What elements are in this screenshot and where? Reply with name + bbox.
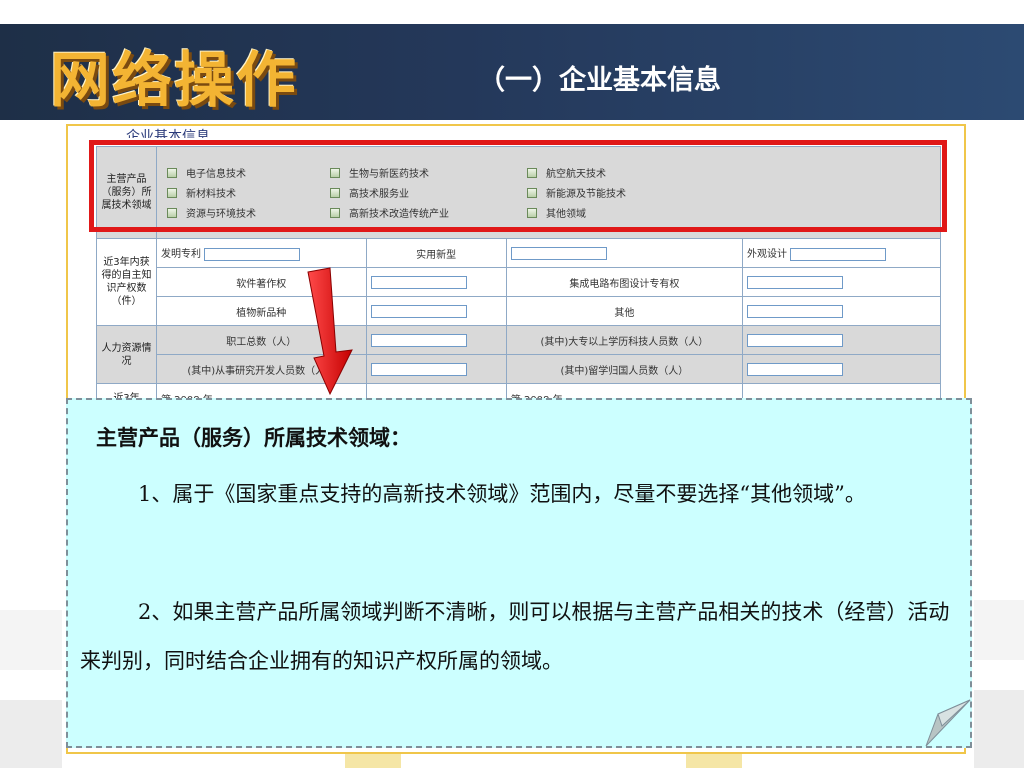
software-input-cell [365,267,507,297]
background-tile [974,600,1024,660]
invention-patent-label: 发明专利 [156,238,367,268]
highlight-box [89,140,947,232]
utility-model-label: 实用新型 [365,238,507,268]
ip-section-label: 近3年内获得的自主知识产权数（件） [96,238,157,326]
software-input[interactable] [370,275,467,289]
header-band: 网络操作 （一）企业基本信息 [0,24,1024,120]
returnee-input[interactable] [747,362,843,376]
hr-section-label: 人力资源情况 [96,325,157,384]
design-input[interactable] [790,247,887,261]
college-staff-input[interactable] [747,333,843,347]
form-caption: 企业基本信息 [126,129,210,138]
invention-input[interactable] [204,247,301,261]
background-tile [974,690,1024,768]
plant-input-cell [365,296,507,326]
page-curl-icon [925,699,971,747]
rd-input-cell [365,354,507,384]
slide-title: 网络操作 [50,46,298,116]
note-paragraph-1: 1、属于《国家重点支持的高新技术领域》范围内，尽量不要选择“其他领域”。 [138,482,866,506]
total-staff-input[interactable] [370,333,467,347]
college-input-cell [742,325,941,355]
background-tile [686,752,742,768]
ic-input-cell [742,267,941,297]
utility-input-cell [505,238,744,268]
ic-layout-label: 集成电路布图设计专有权 [505,267,744,297]
returnee-input-cell [742,354,941,384]
note-paragraph-2: 2、如果主营产品所属领域判断不清晰，则可以根据与主营产品相关的技术（经营）活动来… [80,600,950,673]
background-tile [0,700,62,768]
utility-input[interactable] [510,246,607,260]
slide-subtitle: （一）企业基本信息 [478,65,721,96]
ic-layout-input[interactable] [747,275,843,289]
down-arrow-icon [307,267,353,396]
college-staff-label: (其中)大专以上学历科技人员数（人） [505,325,744,355]
callout-note: 主营产品（服务）所属技术领域： 1、属于《国家重点支持的高新技术领域》范围内，尽… [66,398,972,748]
plant-input[interactable] [370,304,467,318]
design-cell: 外观设计 [742,238,941,268]
total-staff-input-cell [365,325,507,355]
returnee-label: (其中)留学归国人员数（人） [505,354,744,384]
ip-other-input[interactable] [747,304,843,318]
background-tile [0,610,62,670]
note-heading: 主营产品（服务）所属技术领域： [96,426,411,450]
other-input-cell [742,296,941,326]
rd-staff-input[interactable] [370,362,467,376]
ip-other-label: 其他 [505,296,744,326]
background-tile [345,752,401,768]
